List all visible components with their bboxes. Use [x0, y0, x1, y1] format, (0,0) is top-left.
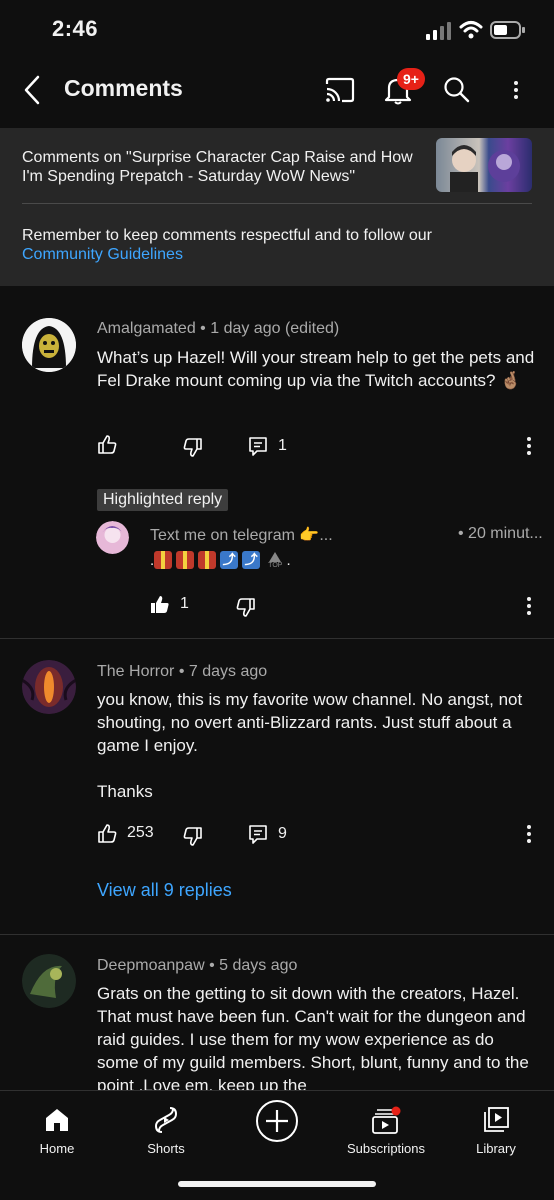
comment-text: Grats on the getting to sit down with th… — [97, 984, 529, 1090]
reply-count: 1 — [278, 437, 287, 454]
reply-time: 20 minut... — [468, 525, 543, 542]
cast-button[interactable] — [322, 72, 358, 108]
thumbs-down-icon — [236, 598, 255, 617]
create-icon — [256, 1100, 298, 1142]
wifi-icon — [459, 21, 483, 39]
comment-time: 7 days ago — [188, 663, 268, 680]
comment-meta: Deepmoanpaw • 5 days ago — [97, 957, 298, 974]
reply-more-button[interactable] — [519, 594, 539, 618]
gift-emoji-icon — [198, 551, 217, 569]
curved-arrow-emoji-icon: ⤴ — [242, 551, 261, 569]
nav-label: Shorts — [147, 1141, 185, 1156]
top-app-bar: Comments 9+ — [0, 58, 554, 128]
comment-meta: Amalgamated • 1 day ago (edited) — [97, 320, 340, 337]
comment-author[interactable]: Amalgamated — [97, 320, 196, 337]
guidelines-text: Remember to keep comments respectful and… — [22, 227, 432, 244]
thumbs-down-icon — [183, 827, 202, 846]
thumbs-up-icon — [98, 824, 117, 843]
avatar[interactable] — [22, 318, 76, 372]
more-options-button[interactable] — [506, 78, 526, 102]
divider — [0, 934, 554, 935]
curved-arrow-emoji-icon: ⤴ — [220, 551, 239, 569]
comment-meta: The Horror • 7 days ago — [97, 663, 268, 680]
status-bar: 2:46 — [0, 0, 554, 58]
reply-button[interactable]: 9 — [248, 824, 287, 844]
comment-text-line: Thanks — [97, 782, 153, 801]
battery-icon — [490, 21, 525, 39]
reply-icon — [249, 825, 267, 844]
back-button[interactable] — [14, 72, 50, 108]
subscriptions-icon — [372, 1106, 401, 1134]
nav-create[interactable] — [222, 1099, 332, 1147]
dislike-button[interactable] — [183, 438, 203, 458]
nav-label: Subscriptions — [346, 1141, 426, 1156]
nav-library[interactable]: Library — [441, 1103, 551, 1156]
library-icon — [484, 1107, 509, 1132]
avatar-image — [22, 954, 76, 1008]
comment-author[interactable]: The Horror — [97, 663, 174, 680]
reply-like-count: 1 — [180, 595, 189, 612]
view-replies-link[interactable]: View all 9 replies — [97, 880, 232, 901]
like-count: 253 — [127, 824, 154, 841]
avatar[interactable] — [22, 660, 76, 714]
divider — [0, 638, 554, 639]
comment-time: 5 days ago — [219, 957, 298, 974]
reply-count: 9 — [278, 825, 287, 842]
divider — [22, 203, 532, 204]
cellular-signal-icon — [426, 22, 451, 40]
comment-more-button[interactable] — [519, 434, 539, 458]
top-arrow-emoji-icon: TOP — [268, 551, 282, 569]
reply-text: . ⤴ ⤴ TOP . — [150, 551, 291, 569]
video-title: Comments on "Surprise Character Cap Rais… — [22, 149, 413, 185]
shorts-icon — [154, 1107, 178, 1133]
home-icon — [46, 1109, 68, 1131]
search-button[interactable] — [439, 72, 475, 108]
nav-label: Library — [476, 1141, 516, 1156]
avatar-image — [96, 521, 129, 554]
video-thumbnail[interactable] — [436, 138, 532, 192]
reply-time-meta: • 20 minut... — [458, 525, 543, 542]
comment-author[interactable]: Deepmoanpaw — [97, 957, 205, 974]
thumbs-up-filled-icon — [151, 596, 169, 613]
reply-avatar[interactable] — [96, 521, 129, 554]
reply-icon — [249, 437, 267, 456]
page-title: Comments — [64, 75, 183, 101]
avatar-image — [22, 660, 76, 714]
video-context-panel: Comments on "Surprise Character Cap Rais… — [0, 128, 554, 286]
nav-shorts[interactable]: Shorts — [111, 1103, 221, 1156]
community-guidelines-link[interactable]: Community Guidelines — [22, 246, 183, 263]
status-time: 2:46 — [52, 16, 99, 41]
highlighted-reply-badge: Highlighted reply — [97, 489, 229, 511]
comment-time: 1 day ago (edited) — [210, 320, 340, 337]
cast-icon — [325, 77, 355, 103]
like-button[interactable]: 253 — [97, 823, 154, 843]
guidelines-notice: Remember to keep comments respectful and… — [22, 226, 522, 264]
gift-emoji-icon — [154, 551, 173, 569]
gift-emoji-icon — [176, 551, 195, 569]
nav-label: Home — [39, 1141, 75, 1156]
avatar[interactable] — [22, 954, 76, 1008]
reply-author[interactable]: Text me on telegram 👉... — [150, 525, 333, 545]
thumbs-up-icon — [98, 435, 117, 454]
reply-button[interactable]: 1 — [248, 436, 287, 456]
comment-more-button[interactable] — [519, 822, 539, 846]
home-indicator — [178, 1181, 376, 1187]
comment-text: you know, this is my favorite wow channe… — [97, 690, 523, 755]
reply-dislike-button[interactable] — [236, 598, 256, 618]
notification-count-badge: 9+ — [397, 68, 425, 90]
avatar-image — [22, 318, 76, 372]
nav-subscriptions[interactable]: Subscriptions — [331, 1103, 441, 1156]
comment-text: What’s up Hazel! Will your stream help t… — [97, 348, 535, 390]
reply-like-button[interactable]: 1 — [150, 594, 189, 614]
thumbnail-image — [450, 145, 520, 192]
dislike-button[interactable] — [183, 827, 203, 847]
back-arrow-icon — [24, 75, 40, 105]
thumbs-down-icon — [183, 438, 202, 457]
like-button[interactable] — [97, 434, 127, 454]
search-icon — [444, 77, 470, 103]
nav-home[interactable]: Home — [2, 1103, 112, 1156]
